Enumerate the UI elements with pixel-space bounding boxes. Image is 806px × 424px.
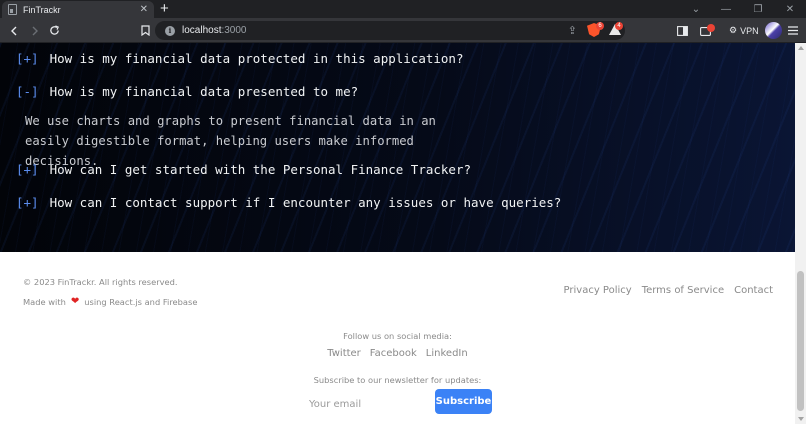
made-with-suffix: using React.js and Firebase: [84, 296, 198, 307]
email-input[interactable]: [304, 392, 430, 416]
rewards-badge: 4: [615, 22, 623, 30]
terms-of-service-link[interactable]: Terms of Service: [642, 285, 724, 296]
share-icon[interactable]: ⇪: [568, 24, 577, 37]
minimize-button[interactable]: —: [710, 0, 742, 18]
maximize-button[interactable]: ❐: [742, 0, 774, 18]
privacy-policy-link[interactable]: Privacy Policy: [564, 285, 632, 296]
faq-toggle-3[interactable]: [+]: [16, 162, 39, 177]
faq-question-text-2: How is my financial data presented to me…: [49, 84, 359, 99]
tab-search-icon[interactable]: ⌄: [682, 0, 710, 18]
back-icon[interactable]: [6, 18, 22, 43]
faq-question-2[interactable]: [-] How is my financial data presented t…: [16, 84, 358, 99]
faq-question-1[interactable]: [+] How is my financial data protected i…: [16, 51, 464, 66]
scrollbar-thumb[interactable]: [797, 271, 804, 411]
social-links: Twitter Facebook LinkedIn: [0, 348, 795, 359]
close-window-button[interactable]: ✕: [774, 0, 806, 18]
tab-title: FinTrackr: [23, 4, 61, 15]
faq-question-4[interactable]: [+] How can I contact support if I encou…: [16, 195, 561, 210]
faq-question-text-3: How can I get started with the Personal …: [49, 162, 472, 177]
bookmark-icon[interactable]: [138, 18, 152, 43]
follow-us-text: Follow us on social media:: [343, 331, 452, 341]
faq-question-3[interactable]: [+] How can I get started with the Perso…: [16, 162, 471, 177]
vpn-icon: ⚙: [729, 25, 738, 35]
forward-icon[interactable]: [27, 18, 43, 43]
site-info-icon[interactable]: i: [165, 25, 175, 36]
linkedin-link[interactable]: LinkedIn: [426, 348, 468, 359]
window-controls: ⌄ — ❐ ✕: [682, 0, 806, 18]
faq-toggle-2[interactable]: [-]: [16, 84, 39, 99]
tab-strip: FinTrackr ✕ + ⌄ — ❐ ✕: [0, 0, 806, 18]
favicon-icon: [8, 4, 17, 15]
reload-icon[interactable]: [46, 18, 62, 43]
faq-question-text-1: How is my financial data protected in th…: [49, 51, 464, 66]
page-scrollbar[interactable]: [795, 43, 806, 424]
site-footer: © 2023 FinTrackr. All rights reserved. M…: [0, 252, 795, 424]
menu-icon[interactable]: [786, 18, 800, 43]
browser-tab[interactable]: FinTrackr ✕: [2, 1, 154, 18]
faq-section: [+] How is my financial data protected i…: [0, 43, 795, 252]
copyright-text: © 2023 FinTrackr. All rights reserved.: [23, 277, 178, 287]
browser-toolbar: i localhost:3000 ⇪ 6 4 ⚙ VPN: [0, 18, 806, 43]
made-with-prefix: Made with: [23, 296, 66, 307]
newsletter-text: Subscribe to our newsletter for updates:: [313, 375, 482, 385]
url-port: :3000: [221, 25, 247, 36]
facebook-link[interactable]: Facebook: [370, 348, 417, 359]
wallet-badge-icon: [707, 24, 715, 32]
profile-avatar[interactable]: [765, 22, 782, 39]
faq-toggle-4[interactable]: [+]: [16, 195, 39, 210]
vpn-label: VPN: [740, 25, 759, 36]
url-host: localhost: [182, 25, 222, 36]
sidebar-icon[interactable]: [675, 18, 689, 43]
scroll-up-icon[interactable]: [798, 46, 804, 50]
vpn-button[interactable]: ⚙ VPN: [729, 18, 759, 43]
contact-link[interactable]: Contact: [734, 285, 773, 296]
scroll-down-icon[interactable]: [798, 417, 804, 421]
tab-close-icon[interactable]: ✕: [140, 4, 148, 15]
address-bar[interactable]: i localhost:3000 ⇪ 6 4: [155, 21, 625, 40]
shields-badge: 6: [596, 22, 604, 30]
heart-icon: ❤: [70, 296, 80, 307]
footer-links: Privacy Policy Terms of Service Contact: [564, 285, 773, 296]
twitter-link[interactable]: Twitter: [327, 348, 361, 359]
page-viewport: [+] How is my financial data protected i…: [0, 43, 795, 424]
faq-question-text-4: How can I contact support if I encounter…: [49, 195, 562, 210]
faq-toggle-1[interactable]: [+]: [16, 51, 39, 66]
subscribe-button[interactable]: Subscribe: [435, 389, 492, 414]
made-with-text: Made with ❤ using React.js and Firebase: [23, 296, 197, 307]
new-tab-button[interactable]: +: [160, 1, 169, 17]
